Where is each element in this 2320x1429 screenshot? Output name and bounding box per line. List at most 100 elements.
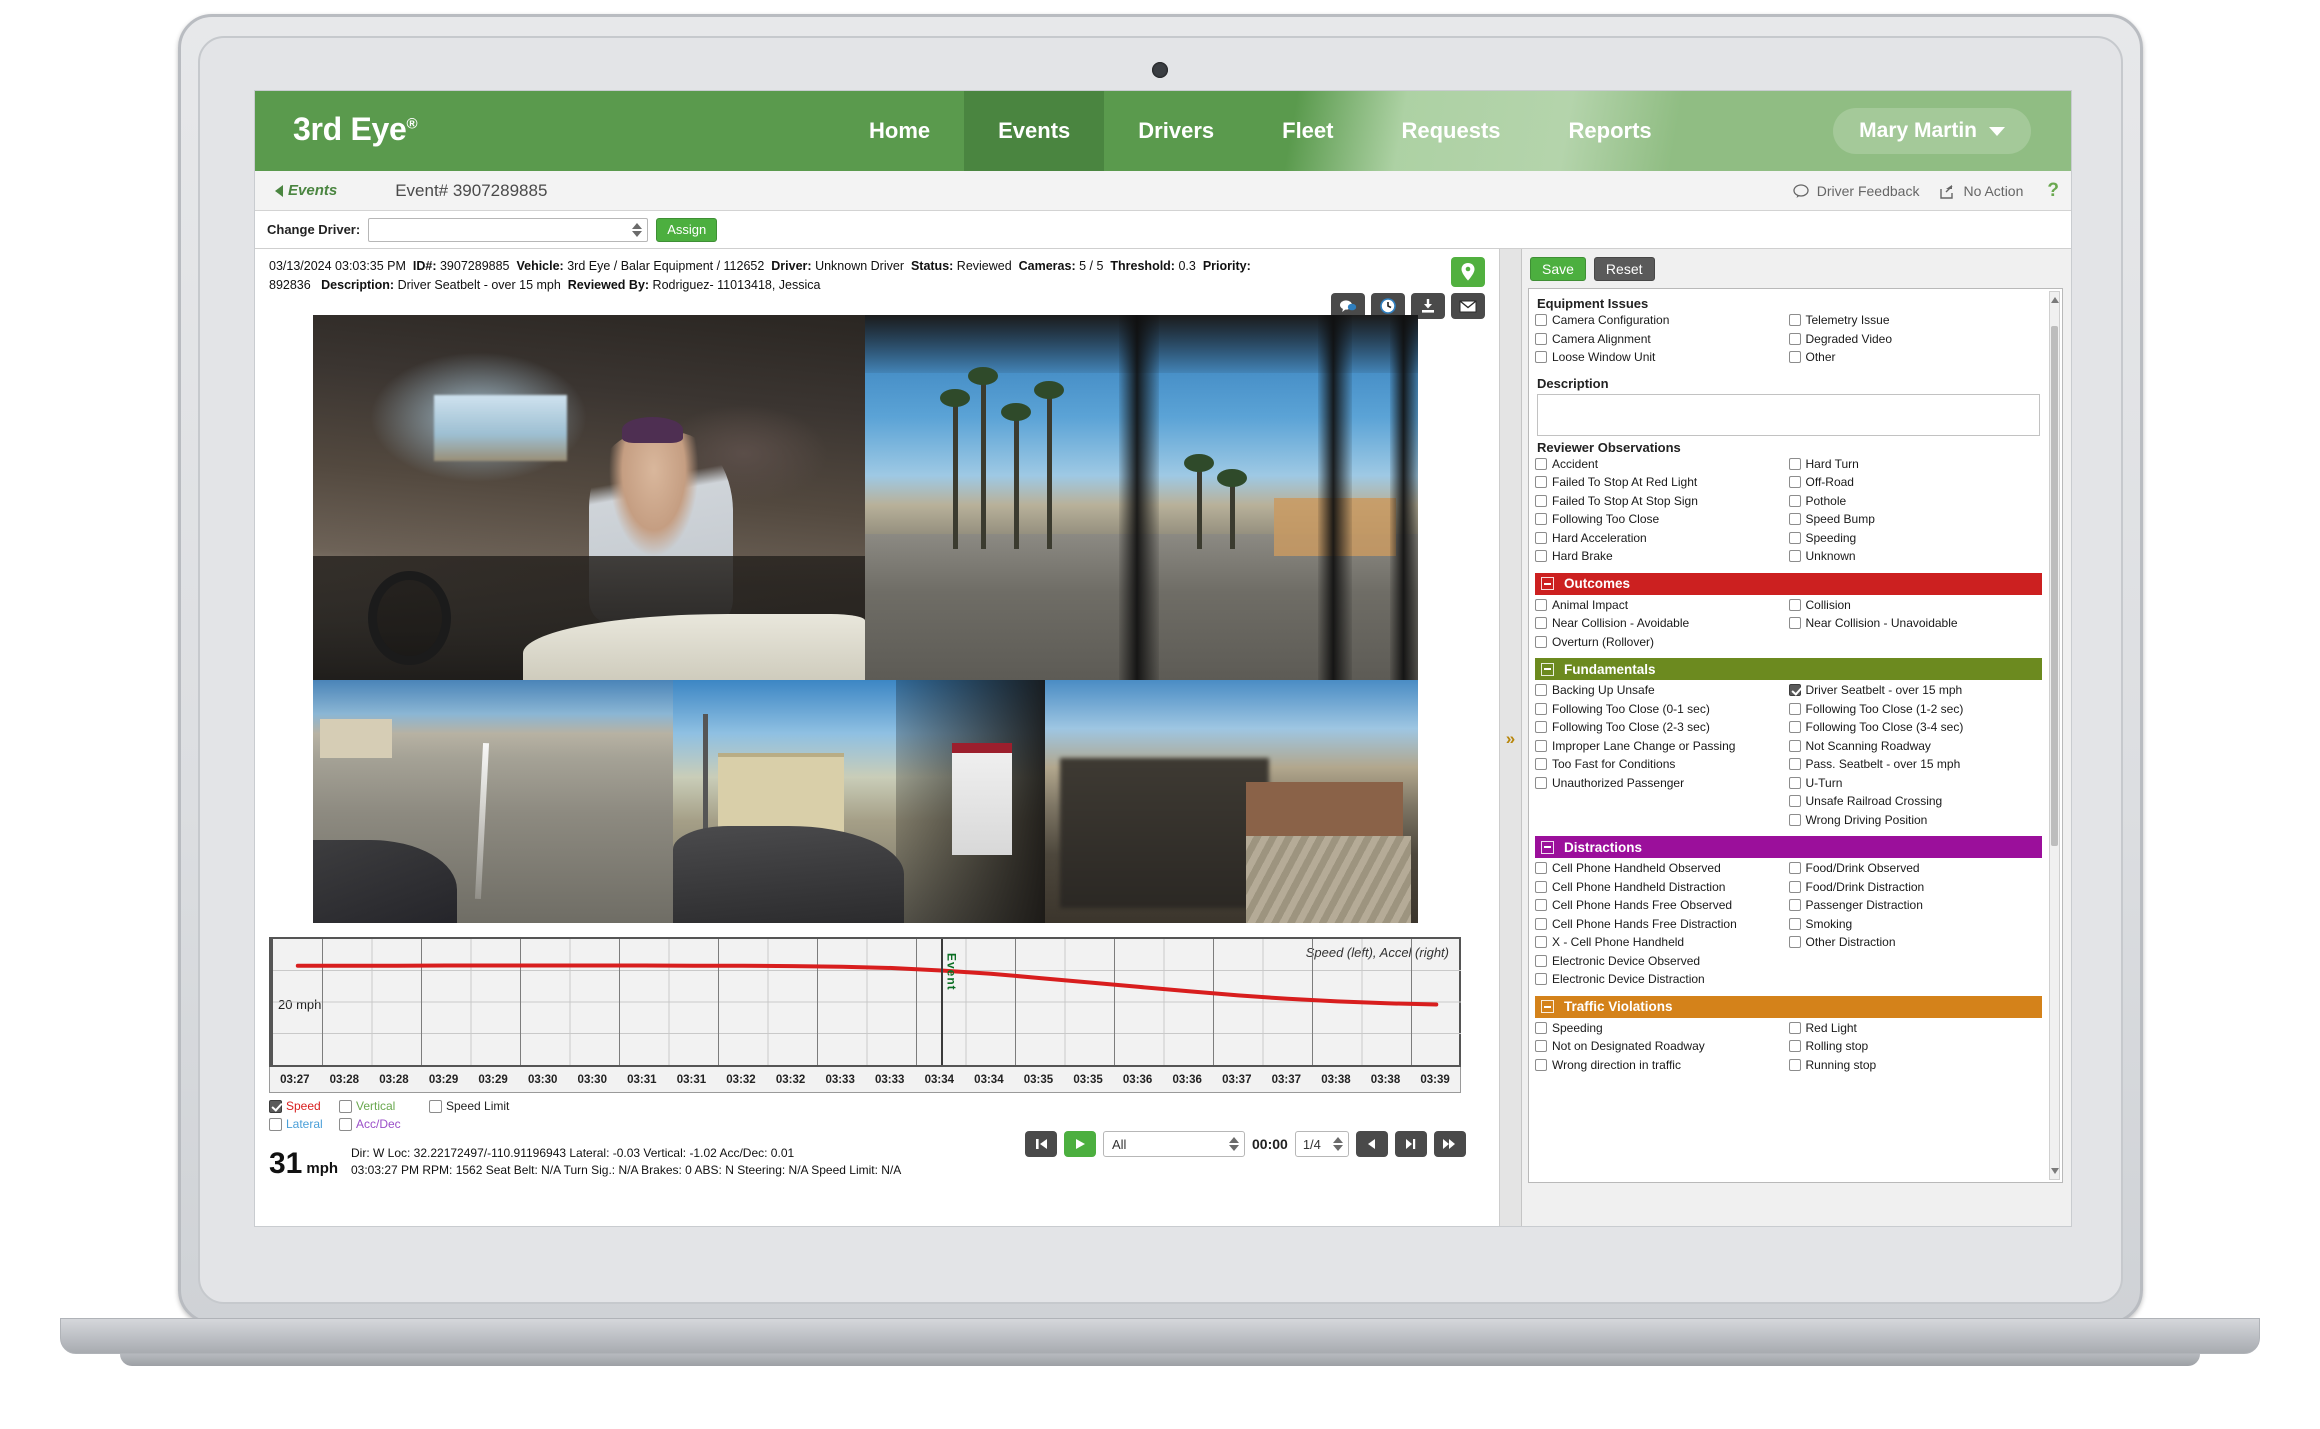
- checklist-option[interactable]: Camera Alignment: [1535, 332, 1789, 347]
- user-menu[interactable]: Mary Martin: [1833, 108, 2031, 154]
- checkbox[interactable]: [1535, 494, 1547, 507]
- checklist-option[interactable]: Unsafe Railroad Crossing: [1788, 794, 2043, 809]
- checkbox[interactable]: [1788, 917, 1801, 930]
- checkbox[interactable]: [1535, 684, 1547, 696]
- checkbox[interactable]: [1788, 351, 1801, 363]
- checklist-option[interactable]: Backing Up Unsafe: [1535, 683, 1789, 698]
- checkbox[interactable]: [1788, 617, 1801, 629]
- nav-item-events[interactable]: Events: [964, 91, 1105, 171]
- checklist-category-header[interactable]: Traffic Violations: [1535, 995, 2042, 1018]
- skip-to-start-button[interactable]: [1025, 1131, 1057, 1157]
- panel-collapse-toggle[interactable]: »: [1500, 249, 1522, 1226]
- checklist-option[interactable]: Failed To Stop At Stop Sign: [1535, 494, 1789, 509]
- checkbox[interactable]: [1535, 739, 1547, 752]
- camera-grid[interactable]: [313, 315, 1418, 923]
- checkbox[interactable]: [1788, 550, 1801, 562]
- checkbox[interactable]: [1788, 457, 1801, 470]
- checklist-option[interactable]: Cell Phone Handheld Observed: [1535, 861, 1789, 876]
- speed-chart[interactable]: Speed (left), Accel (right) 20 mph Event: [269, 937, 1461, 1067]
- checklist-option[interactable]: Not Scanning Roadway: [1788, 739, 2043, 754]
- camera-view-driver-cab[interactable]: [313, 315, 865, 680]
- checkbox[interactable]: [1788, 314, 1801, 326]
- fast-forward-button[interactable]: [1433, 1131, 1466, 1157]
- checkbox[interactable]: [1788, 598, 1801, 611]
- scrollbar-thumb[interactable]: [2051, 326, 2058, 846]
- checkbox[interactable]: [1535, 332, 1547, 345]
- camera-select[interactable]: All: [1103, 1131, 1245, 1157]
- checklist-option[interactable]: Cell Phone Handheld Distraction: [1535, 880, 1789, 895]
- checklist-option[interactable]: Driver Seatbelt - over 15 mph: [1788, 683, 2043, 698]
- checklist-option[interactable]: Overturn (Rollover): [1535, 635, 1789, 650]
- checkbox[interactable]: [1535, 531, 1547, 544]
- collapse-minus-icon[interactable]: [1541, 662, 1554, 676]
- checkbox[interactable]: [1788, 795, 1801, 807]
- legend-toggle-speed-limit[interactable]: Speed Limit: [429, 1099, 509, 1113]
- checklist-option[interactable]: Following Too Close: [1535, 512, 1789, 527]
- checklist-scrollbar[interactable]: [2049, 291, 2060, 1180]
- step-back-button[interactable]: [1355, 1131, 1388, 1157]
- checkbox[interactable]: [1535, 1058, 1547, 1071]
- checklist-option[interactable]: Accident: [1535, 457, 1789, 472]
- checkbox[interactable]: [1535, 917, 1547, 930]
- checklist-option[interactable]: Loose Window Unit: [1535, 350, 1789, 365]
- checklist-option[interactable]: Cell Phone Hands Free Observed: [1535, 898, 1789, 913]
- checklist-category-header[interactable]: Outcomes: [1535, 572, 2042, 595]
- description-textarea[interactable]: [1537, 393, 2040, 436]
- checklist-category-header[interactable]: Fundamentals: [1535, 658, 2042, 680]
- brand-logo[interactable]: 3rd Eye®: [293, 111, 418, 148]
- checklist-option[interactable]: Hard Brake: [1535, 549, 1789, 564]
- map-pin-button[interactable]: [1451, 257, 1485, 287]
- checkbox[interactable]: [1535, 880, 1547, 893]
- checkbox[interactable]: [1535, 758, 1547, 770]
- checklist-option[interactable]: U-Turn: [1788, 776, 2043, 791]
- checklist-option[interactable]: Electronic Device Distraction: [1535, 972, 1789, 987]
- checklist-option[interactable]: Improper Lane Change or Passing: [1535, 739, 1789, 754]
- checklist-option[interactable]: Not on Designated Roadway: [1535, 1039, 1789, 1054]
- checkbox[interactable]: [1788, 513, 1801, 525]
- checkbox-accdec[interactable]: [339, 1117, 352, 1131]
- scroll-down-icon[interactable]: [2051, 1168, 2059, 1174]
- checkbox[interactable]: [1535, 1040, 1547, 1052]
- checklist-option[interactable]: Degraded Video: [1788, 332, 2043, 347]
- checkbox[interactable]: [1535, 936, 1547, 948]
- checkbox[interactable]: [1788, 721, 1801, 733]
- checkbox[interactable]: [1788, 476, 1801, 488]
- checkbox[interactable]: [1535, 702, 1547, 715]
- checkbox[interactable]: [1788, 758, 1801, 770]
- collapse-minus-icon[interactable]: [1541, 840, 1554, 854]
- nav-item-requests[interactable]: Requests: [1367, 91, 1534, 171]
- checklist-option[interactable]: Hard Acceleration: [1535, 531, 1789, 546]
- checklist-option[interactable]: Passenger Distraction: [1788, 898, 2043, 913]
- checklist-option[interactable]: Near Collision - Avoidable: [1535, 616, 1789, 631]
- camera-view-curbside[interactable]: [673, 680, 1045, 923]
- checklist-category-header[interactable]: Distractions: [1535, 836, 2042, 858]
- checkbox[interactable]: [1535, 314, 1547, 326]
- checkbox[interactable]: [1788, 684, 1801, 696]
- checkbox-speed-limit[interactable]: [429, 1099, 442, 1113]
- checkbox[interactable]: [1788, 702, 1801, 715]
- camera-view-rear-road[interactable]: [313, 680, 673, 923]
- checkbox[interactable]: [1535, 862, 1547, 874]
- checkbox[interactable]: [1535, 457, 1547, 470]
- checklist-option[interactable]: Speeding: [1535, 1021, 1789, 1036]
- checkbox[interactable]: [1788, 1021, 1801, 1034]
- assign-driver-button[interactable]: Assign: [656, 217, 718, 242]
- driver-feedback-button[interactable]: Driver Feedback: [1793, 183, 1919, 199]
- checkbox[interactable]: [1535, 550, 1547, 562]
- checklist-option[interactable]: Food/Drink Distraction: [1788, 880, 2043, 895]
- checkbox-vertical[interactable]: [339, 1099, 352, 1113]
- checkbox[interactable]: [1788, 494, 1801, 507]
- checkbox[interactable]: [1788, 813, 1801, 826]
- checkbox[interactable]: [1535, 776, 1547, 789]
- checklist-option[interactable]: Other Distraction: [1788, 935, 2043, 950]
- step-forward-button[interactable]: [1394, 1131, 1427, 1157]
- no-action-button[interactable]: No Action: [1939, 183, 2023, 199]
- help-button[interactable]: ?: [2047, 180, 2059, 202]
- nav-item-home[interactable]: Home: [835, 91, 964, 171]
- checklist-option[interactable]: Animal Impact: [1535, 598, 1789, 613]
- checkbox[interactable]: [1788, 899, 1801, 911]
- legend-toggle-speed[interactable]: Speed: [269, 1099, 335, 1113]
- save-button[interactable]: Save: [1530, 257, 1586, 281]
- checklist-option[interactable]: Collision: [1788, 598, 2043, 613]
- legend-toggle-vertical[interactable]: Vertical: [339, 1099, 425, 1113]
